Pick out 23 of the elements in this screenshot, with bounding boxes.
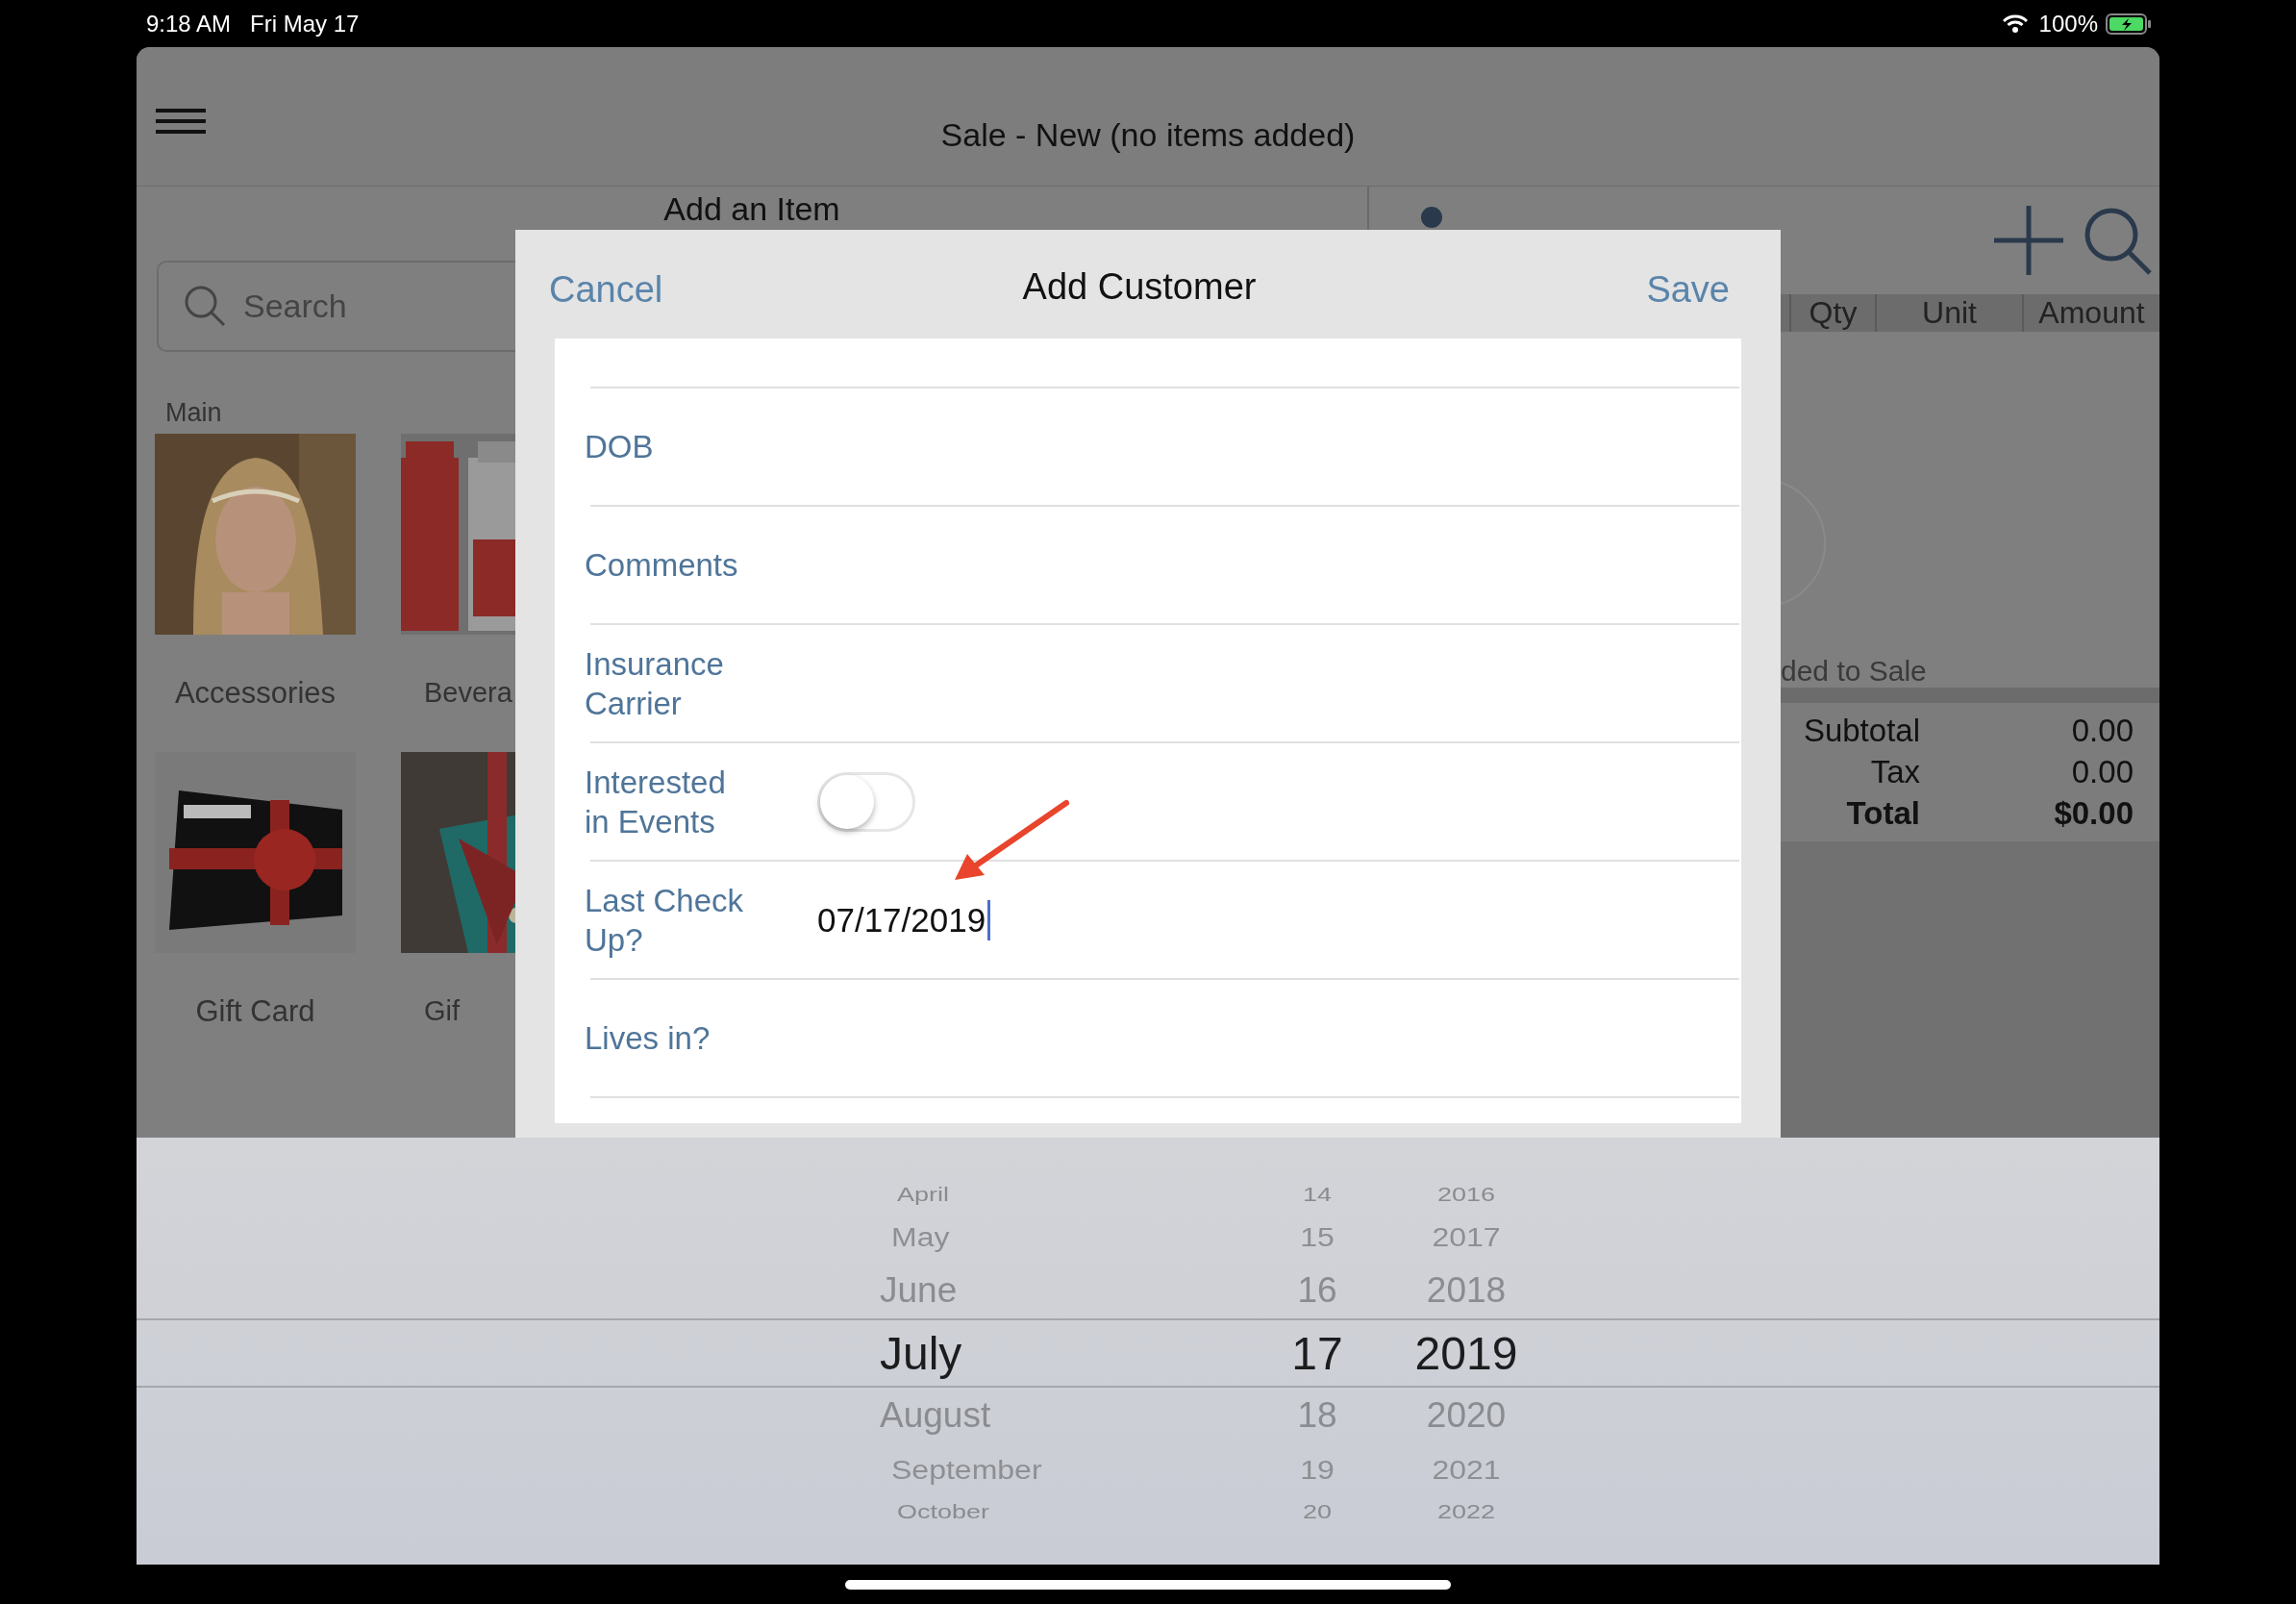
battery-percent: 100% [2038,10,2098,38]
column-header: Amount [2022,293,2159,332]
section-label: Main [165,397,223,428]
total-value: $0.00 [2053,794,2134,834]
field-label: Comments [585,546,739,585]
total-label: Subtotal [1802,712,1920,751]
column-header: Unit [1875,293,2022,332]
panel-title: Add an Item [663,189,840,227]
total-label: Total [1845,794,1920,834]
field-label: DOB [585,428,655,466]
status-date: Fri May 17 [250,10,360,38]
total-value: 0.00 [2070,753,2134,792]
status-time: 9:18 AM [146,10,232,38]
total-label: Tax [1869,753,1920,792]
empty-message: ded to Sale [1781,654,1927,688]
screen-title: Sale - New (no items added) [940,116,1356,155]
total-value: 0.00 [2070,712,2134,751]
column-header: Qty [1789,293,1875,332]
field-label: Insurance Carrier [585,644,725,723]
field-label: Interested in Events [585,763,727,841]
dialog-title: Add Customer [1022,266,1257,308]
field-label: Last Check Up? [585,881,745,960]
field-label: Lives in? [585,1019,711,1058]
